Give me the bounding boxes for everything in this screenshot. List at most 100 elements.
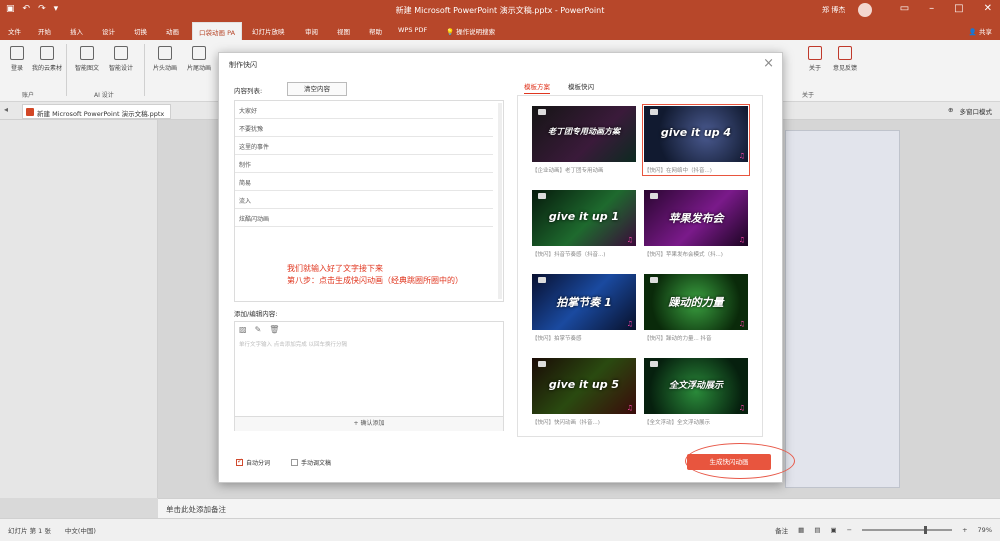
doc-nav-icon[interactable]: ◂: [4, 105, 8, 114]
template-card[interactable]: 拍掌节奏 1 ♫ 【快闪】拍掌节奏感: [532, 274, 636, 342]
edit-placeholder: 单行文字输入 点击添加完成 以回车换行分隔: [239, 342, 347, 348]
language-indicator[interactable]: 中文(中国): [65, 525, 96, 535]
minimize-icon[interactable]: –: [929, 3, 934, 14]
notes-pane[interactable]: 单击此处添加备注: [158, 498, 1000, 518]
document-tab[interactable]: 新建 Microsoft PowerPoint 演示文稿.pptx: [22, 104, 172, 119]
tab-home[interactable]: 开始: [38, 26, 51, 36]
tab-help[interactable]: 帮助: [369, 26, 382, 36]
feedback-button[interactable]: 意见反馈: [830, 46, 860, 72]
template-thumbnail[interactable]: 老丁团专用动画方案: [532, 106, 636, 162]
add-doc-icon[interactable]: ⊕: [948, 106, 953, 116]
template-caption: 【快闪】在网络中（抖音...): [644, 168, 712, 174]
template-thumbnail[interactable]: 躁动的力量 ♫: [644, 274, 748, 330]
tab-design[interactable]: 设计: [102, 26, 115, 36]
status-bar: 幻灯片 第 1 张 中文(中国) 备注 ▦ ▤ ▣ − + 79%: [0, 518, 1000, 541]
cloud-icon: [40, 46, 54, 60]
template-logo: [650, 193, 658, 199]
music-icon: ♫: [626, 236, 633, 244]
login-button[interactable]: 登录: [2, 46, 32, 72]
intro-animation-button[interactable]: 片头动画: [150, 46, 180, 72]
multi-window-label[interactable]: 多窗口模式: [960, 106, 993, 116]
image-icon[interactable]: ▨: [239, 325, 247, 334]
checkbox-checked[interactable]: [236, 457, 243, 466]
tell-me-label: 操作说明搜索: [456, 28, 496, 36]
list-item[interactable]: 制作: [235, 155, 493, 173]
list-item[interactable]: 简易: [235, 173, 493, 191]
outro-animation-button[interactable]: 片尾动画: [184, 46, 214, 72]
checkbox-unchecked[interactable]: [291, 459, 298, 466]
group-account: 账户: [22, 92, 35, 99]
template-thumbnail[interactable]: give it up 5 ♫: [532, 358, 636, 414]
template-thumbnail[interactable]: 苹果发布会 ♫: [644, 190, 748, 246]
tab-view[interactable]: 视图: [337, 26, 350, 36]
ribbon-tabs: 文件 开始 插入 设计 切换 动画 口袋动画 PA 幻灯片放映 审阅 视图 帮助…: [0, 20, 1000, 40]
tab-insert[interactable]: 插入: [70, 26, 83, 36]
template-logo: [538, 361, 546, 367]
template-panel: 老丁团专用动画方案 【企业动画】老丁团专用动画 give it up 4 ♫ 【…: [517, 95, 763, 437]
template-card[interactable]: 老丁团专用动画方案 【企业动画】老丁团专用动画: [532, 106, 636, 174]
template-card-selected[interactable]: give it up 4 ♫ 【快闪】在网络中（抖音...): [642, 104, 750, 176]
zoom-in-icon[interactable]: +: [962, 526, 967, 534]
template-card[interactable]: 苹果发布会 ♫ 【快闪】苹果发布会模式（抖...): [644, 190, 748, 258]
delete-icon[interactable]: 🗑: [269, 325, 279, 334]
user-name[interactable]: 郑 博杰: [822, 5, 845, 15]
tab-review[interactable]: 审阅: [305, 26, 318, 36]
zoom-out-icon[interactable]: −: [847, 526, 852, 534]
template-logo: [650, 361, 658, 367]
reading-view-icon[interactable]: ▣: [830, 526, 836, 534]
tab-tell-me[interactable]: 💡 操作说明搜索: [446, 26, 495, 36]
my-cloud-button[interactable]: 我的云素材: [32, 46, 62, 72]
notes-toggle[interactable]: 备注: [775, 525, 788, 535]
clear-content-button[interactable]: 清空内容: [287, 82, 347, 96]
list-item[interactable]: 不要犹豫: [235, 119, 493, 137]
manual-script-checkbox[interactable]: 手动调文稿: [291, 458, 331, 467]
smart-text-button[interactable]: 智能图文: [72, 46, 102, 72]
confirm-add-button[interactable]: + 确认添加: [235, 416, 503, 431]
close-icon[interactable]: ×: [763, 56, 774, 71]
auto-split-checkbox[interactable]: 自动分词: [236, 457, 270, 467]
template-card[interactable]: 全文浮动展示 ♫ 【全文浮动】全文浮动展示: [644, 358, 748, 426]
normal-view-icon[interactable]: ▦: [798, 526, 804, 534]
share-button[interactable]: 👤 共享: [969, 26, 992, 36]
template-card[interactable]: 躁动的力量 ♫ 【快闪】躁动的力量... 抖音: [644, 274, 748, 342]
template-thumbnail[interactable]: give it up 1 ♫: [532, 190, 636, 246]
tab-slideshow[interactable]: 幻灯片放映: [252, 26, 285, 36]
tab-template-scheme[interactable]: 模板方案: [524, 81, 550, 94]
list-item[interactable]: 流入: [235, 191, 493, 209]
template-thumbnail[interactable]: 拍掌节奏 1 ♫: [532, 274, 636, 330]
about-button[interactable]: 关于: [800, 46, 830, 72]
template-thumbnail[interactable]: give it up 4 ♫: [644, 106, 748, 162]
generate-flash-button[interactable]: 生成快闪动画: [687, 454, 771, 470]
edit-content-box[interactable]: ▨ ✎ 🗑 单行文字输入 点击添加完成 以回车换行分隔 + 确认添加: [234, 321, 504, 431]
smart-design-button[interactable]: 智能设计: [106, 46, 136, 72]
list-item[interactable]: 炫酷闪动画: [235, 209, 493, 227]
ribbon-display-icon[interactable]: ▭: [900, 3, 909, 14]
list-item[interactable]: 这里的事件: [235, 137, 493, 155]
share-label: 共享: [979, 28, 992, 36]
sorter-view-icon[interactable]: ▤: [814, 526, 820, 534]
slide-canvas[interactable]: [785, 130, 900, 488]
tab-pocket-animation[interactable]: 口袋动画 PA: [192, 22, 243, 40]
tab-wps-pdf[interactable]: WPS PDF: [398, 26, 427, 34]
tab-template-flash[interactable]: 模板快闪: [568, 81, 594, 94]
slide-thumbnail-panel[interactable]: [0, 120, 158, 498]
list-scrollbar[interactable]: [498, 103, 502, 299]
list-item[interactable]: 大家好: [235, 101, 493, 119]
template-card[interactable]: give it up 5 ♫ 【快闪】快闪动画（抖音...): [532, 358, 636, 426]
close-window-icon[interactable]: ✕: [984, 3, 992, 14]
pen-icon[interactable]: ✎: [255, 325, 262, 334]
maximize-icon[interactable]: □: [954, 3, 963, 14]
template-caption: 【全文浮动】全文浮动展示: [644, 420, 711, 426]
feedback-icon: [838, 46, 852, 60]
avatar[interactable]: [858, 3, 872, 17]
template-caption: 【快闪】苹果发布会模式（抖...): [644, 252, 723, 258]
template-card[interactable]: give it up 1 ♫ 【快闪】抖音节奏感（抖音...): [532, 190, 636, 258]
tab-animations[interactable]: 动画: [166, 26, 179, 36]
window-title: 新建 Microsoft PowerPoint 演示文稿.pptx - Powe…: [395, 6, 605, 15]
tab-transitions[interactable]: 切换: [134, 26, 147, 36]
tab-file[interactable]: 文件: [8, 26, 21, 36]
template-thumbnail[interactable]: 全文浮动展示 ♫: [644, 358, 748, 414]
zoom-level[interactable]: 79%: [978, 526, 992, 534]
template-caption: 【企业动画】老丁团专用动画: [532, 168, 604, 174]
zoom-slider[interactable]: [862, 526, 953, 534]
